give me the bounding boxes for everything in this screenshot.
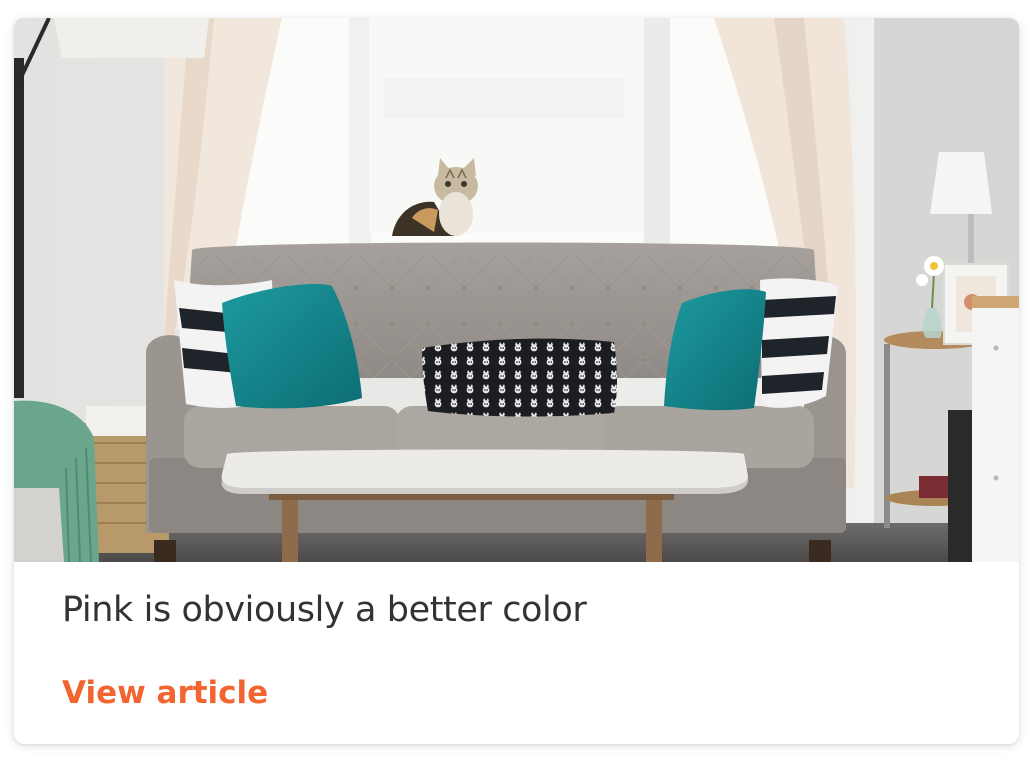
article-image <box>14 18 1019 562</box>
article-title: Pink is obviously a better color <box>62 590 587 630</box>
article-card[interactable]: Pink is obviously a better color View ar… <box>14 18 1019 744</box>
view-article-link[interactable]: View article <box>62 675 268 711</box>
